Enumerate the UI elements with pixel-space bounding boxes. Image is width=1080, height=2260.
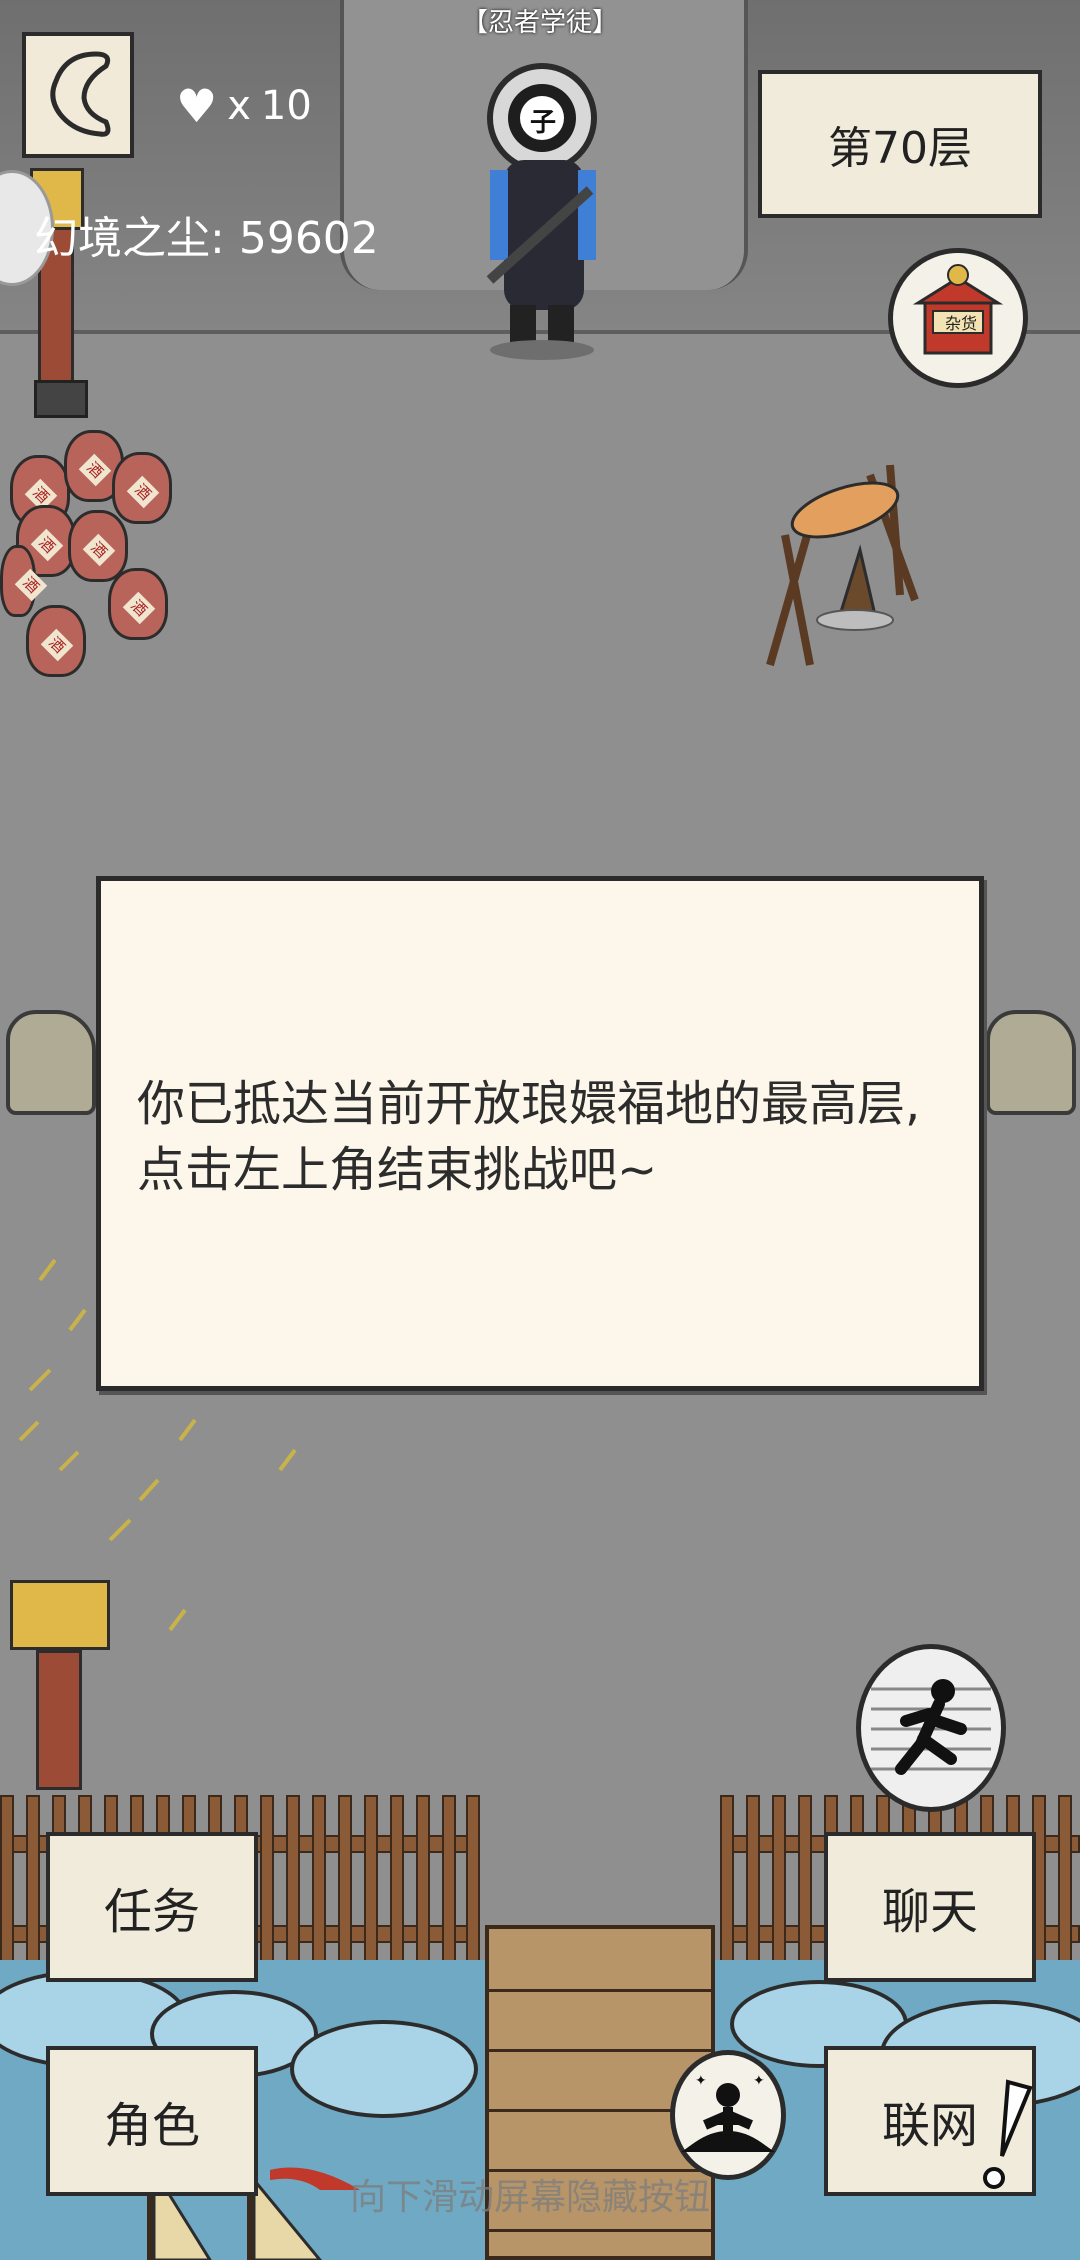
task-button[interactable]: 任务	[46, 1832, 258, 1982]
lives-count: 10	[260, 83, 312, 129]
post-base	[34, 380, 88, 418]
lantern-post-bottom	[36, 1650, 82, 1790]
wine-jar	[108, 568, 168, 640]
alert-exclamation-icon	[983, 2079, 1033, 2189]
running-figure-icon	[871, 1679, 991, 1775]
svg-text:✦: ✦	[695, 2073, 707, 2089]
back-button[interactable]	[22, 32, 134, 158]
character-title: 【忍者学徒】	[461, 8, 618, 38]
dust-counter: 幻境之尘: 59602	[34, 202, 379, 266]
back-arrow-icon	[50, 51, 111, 137]
chat-button[interactable]: 聊天	[824, 1832, 1036, 1982]
ninja-character[interactable]: 子	[470, 40, 620, 370]
shop-button[interactable]: 杂货	[888, 248, 1028, 388]
wine-jar	[112, 452, 172, 524]
campfire-roast	[766, 464, 919, 667]
lantern-bottom	[10, 1580, 110, 1650]
meditation-icon: ✦ ✦	[681, 2073, 775, 2152]
shop-label: 杂货	[944, 314, 977, 333]
heart-icon: ♥	[176, 79, 218, 133]
lives-prefix: x	[227, 83, 251, 129]
dust-value: 59602	[238, 213, 379, 264]
dust-label: 幻境之尘:	[34, 213, 225, 264]
stone-left	[6, 1010, 96, 1115]
character-button[interactable]: 角色	[46, 2046, 258, 2196]
meditate-button[interactable]: ✦ ✦	[670, 2050, 786, 2180]
floor-indicator: 第70层	[758, 70, 1042, 218]
lives-display: ♥ x 10	[176, 78, 312, 134]
message-dialog[interactable]: 你已抵达当前开放琅嬛福地的最高层,点击左上角结束挑战吧~	[96, 876, 984, 1391]
run-button[interactable]	[856, 1644, 1006, 1812]
wine-jar	[68, 510, 128, 582]
hide-buttons-hint: 向下滑动屏幕隐藏按钮	[350, 2177, 711, 2218]
character-badge: 子	[529, 108, 556, 138]
svg-text:✦: ✦	[753, 2073, 765, 2089]
stone-right	[986, 1010, 1076, 1115]
dialog-message: 你已抵达当前开放琅嬛福地的最高层,点击左上角结束挑战吧~	[137, 1076, 921, 1198]
wine-jar	[0, 545, 36, 617]
wine-jar	[26, 605, 86, 677]
